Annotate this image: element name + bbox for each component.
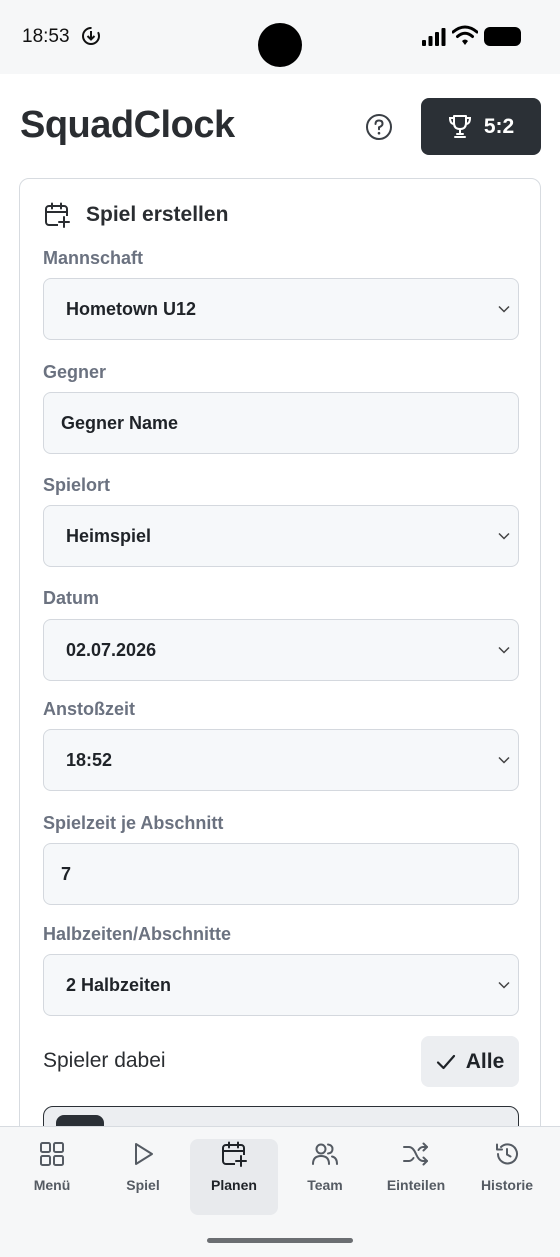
players-label: Spieler dabei [43,1049,166,1072]
status-time: 18:53 [22,26,70,47]
nav-label-assign: Einteilen [386,1177,446,1193]
create-game-card: Spiel erstellen Mannschaft Hometown U12 … [19,178,541,1196]
nav-item-assign[interactable]: Einteilen [372,1139,460,1215]
date-label: Datum [43,588,100,608]
grid-icon [40,1142,64,1166]
nav-label-plan: Planen [211,1177,257,1193]
select-all-button[interactable]: Alle [421,1036,519,1087]
history-icon [496,1143,518,1165]
trophy-icon [448,114,471,138]
chevron-down-icon [498,756,510,764]
chevron-down-icon [498,532,510,540]
help-icon[interactable] [364,112,394,142]
periods-select-value: 2 Halbzeiten [66,975,172,995]
opponent-input[interactable]: Gegner Name [43,392,519,454]
chevron-down-icon [498,981,510,989]
periods-select[interactable]: 2 Halbzeiten [43,954,519,1016]
chevron-down-icon [498,305,510,313]
team-select[interactable]: Hometown U12 [43,278,519,340]
kickoff-label: Anstoßzeit [43,699,135,719]
select-all-label: Alle [465,1049,505,1073]
status-bar: 18:53 [0,0,560,74]
period-length-input[interactable]: 7 [43,843,519,905]
calendar-plus-icon [222,1141,247,1167]
nav-item-plan[interactable]: Planen [190,1139,278,1215]
score-value: 5:2 [483,114,515,138]
nav-label-game: Spiel [126,1177,160,1193]
nav-label-team: Team [307,1177,343,1193]
period-length-value: 7 [61,864,72,884]
card-header: Spiel erstellen [44,202,228,228]
calendar-plus-icon [45,202,70,228]
period-length-label: Spielzeit je Abschnitt [43,813,224,833]
nav-item-history[interactable]: Historie [463,1139,551,1215]
nav-item-game[interactable]: Spiel [99,1139,187,1215]
date-select[interactable]: 02.07.2026 [43,619,519,681]
periods-label: Halbzeiten/Abschnitte [43,924,232,944]
venue-label: Spielort [43,475,111,495]
nav-label-menu: Menü [33,1177,71,1193]
score-button[interactable]: 5:2 [421,98,541,155]
shuffle-icon [403,1142,428,1166]
app-title: SquadClock [20,104,235,146]
kickoff-select[interactable]: 18:52 [43,729,519,791]
team-select-value: Hometown U12 [66,299,197,319]
play-icon [135,1143,153,1165]
check-icon [436,1054,455,1069]
download-status-icon [82,27,100,45]
card-title: Spiel erstellen [86,203,229,226]
battery-icon [484,27,521,46]
signal-icon [422,28,446,46]
camera-cutout [258,23,302,67]
wifi-icon [452,25,478,45]
kickoff-select-value: 18:52 [66,750,113,770]
home-indicator[interactable] [207,1238,353,1243]
nav-item-team[interactable]: Team [281,1139,369,1215]
date-select-value: 02.07.2026 [66,640,157,660]
users-icon [312,1143,338,1165]
nav-label-history: Historie [480,1177,534,1193]
opponent-label: Gegner [43,362,107,382]
team-label: Mannschaft [43,248,144,268]
nav-item-menu[interactable]: Menü [8,1139,96,1215]
venue-select-value: Heimspiel [66,526,152,546]
chevron-down-icon [498,646,510,654]
venue-select[interactable]: Heimspiel [43,505,519,567]
opponent-input-value: Gegner Name [61,413,179,433]
